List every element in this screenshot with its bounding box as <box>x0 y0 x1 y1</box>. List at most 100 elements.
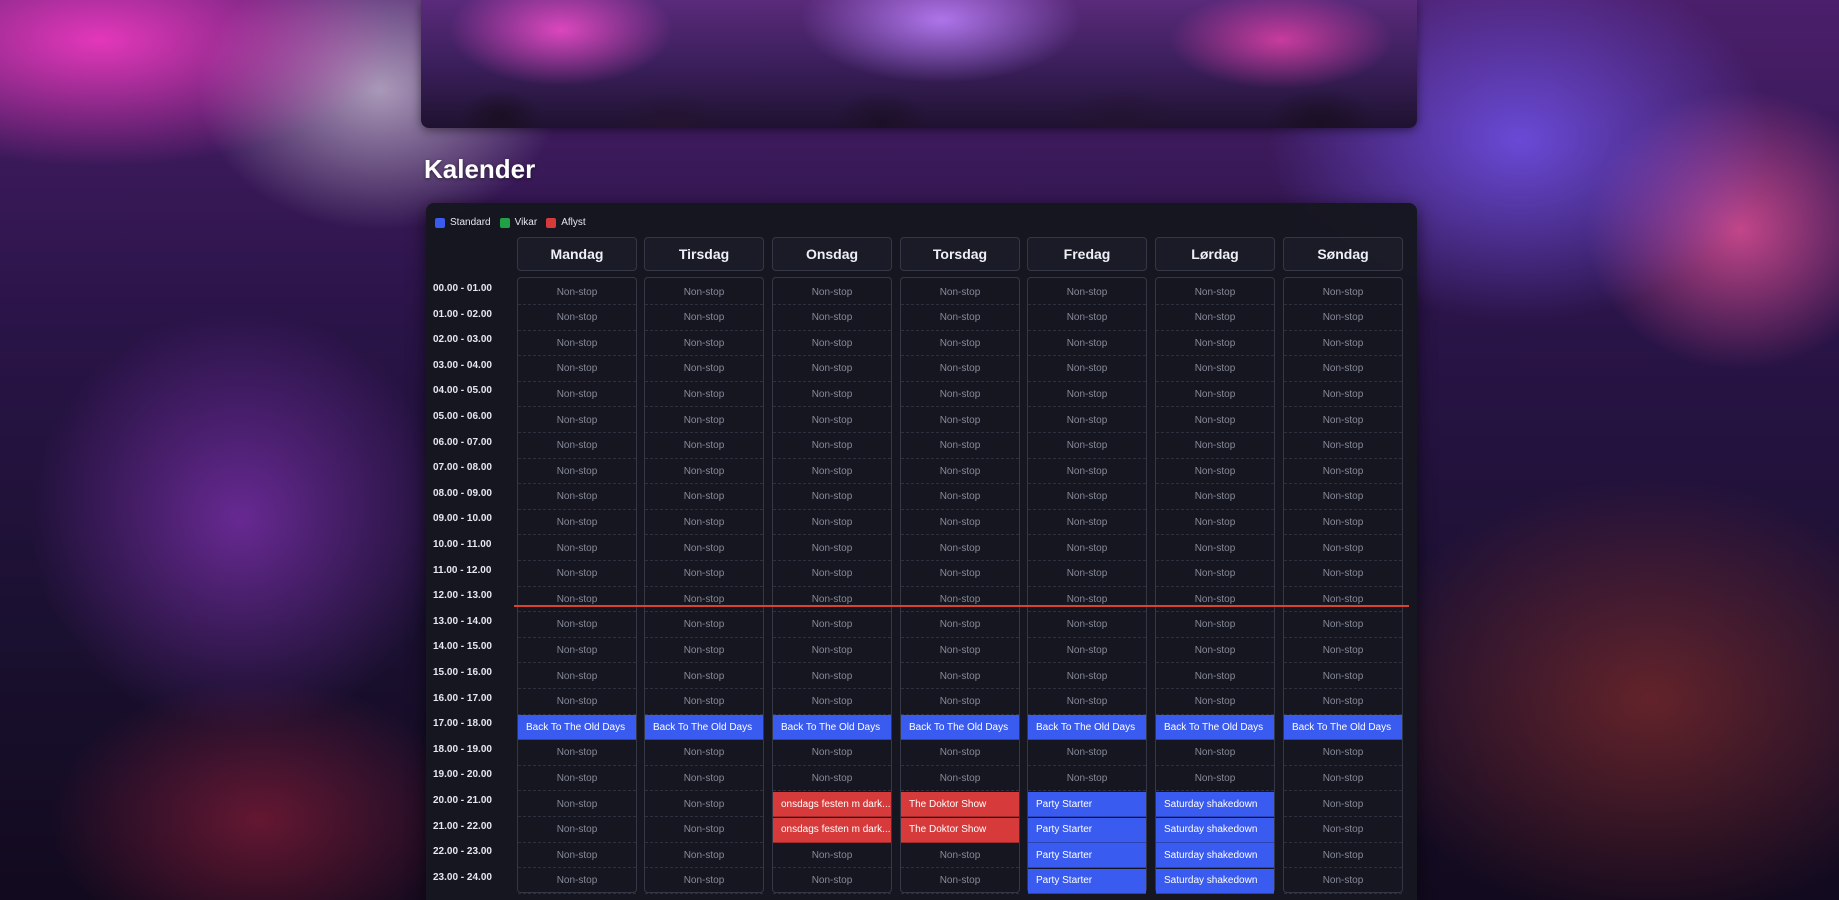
empty-slot: Non-stop <box>1028 510 1146 536</box>
empty-slot: Non-stop <box>645 638 763 664</box>
empty-slot: Non-stop <box>901 690 1019 715</box>
calendar-event[interactable]: Back To The Old Days <box>1156 715 1274 741</box>
empty-slot: Non-stop <box>1284 331 1402 357</box>
empty-slot: Non-stop <box>773 331 891 357</box>
empty-slot: Non-stop <box>1284 690 1402 715</box>
calendar-event[interactable]: Party Starter <box>1028 792 1146 817</box>
day-header-1: Tirsdag <box>644 237 764 271</box>
calendar-event[interactable]: The Doktor Show <box>901 792 1019 817</box>
empty-slot: Non-stop <box>1284 485 1402 510</box>
empty-slot: Non-stop <box>1028 562 1146 587</box>
empty-slot: Non-stop <box>1284 382 1402 408</box>
time-label: 11.00 - 12.00 <box>433 564 492 576</box>
calendar-event[interactable]: Back To The Old Days <box>773 715 891 741</box>
empty-slot: Non-stop <box>901 741 1019 766</box>
empty-slot: Non-stop <box>1284 280 1402 305</box>
empty-slot: Non-stop <box>518 562 636 587</box>
empty-slot: Non-stop <box>518 638 636 664</box>
empty-slot: Non-stop <box>645 510 763 536</box>
empty-slot: Non-stop <box>1028 434 1146 459</box>
calendar-event[interactable]: Saturday shakedown <box>1156 843 1274 869</box>
time-label: 13.00 - 14.00 <box>433 615 492 627</box>
time-label: 08.00 - 09.00 <box>433 487 492 499</box>
empty-slot: Non-stop <box>645 818 763 843</box>
calendar-event[interactable]: Party Starter <box>1028 817 1146 843</box>
empty-slot: Non-stop <box>773 434 891 459</box>
time-label: 18.00 - 19.00 <box>433 743 492 755</box>
day-header-6: Søndag <box>1283 237 1403 271</box>
day-column: Non-stop Non-stop Non-stop Non-stop Non-stop… <box>1283 277 1403 894</box>
empty-slot: Non-stop <box>773 869 891 894</box>
empty-slot: Non-stop <box>518 331 636 357</box>
empty-slot: Non-stop <box>901 382 1019 408</box>
empty-slot: Non-stop <box>1156 331 1274 357</box>
time-label: 20.00 - 21.00 <box>433 795 492 806</box>
time-label: 12.00 - 13.00 <box>433 590 492 602</box>
calendar-event[interactable]: Back To The Old Days <box>645 715 763 741</box>
empty-slot: Non-stop <box>518 382 636 408</box>
empty-slot: Non-stop <box>1028 382 1146 408</box>
time-label: 06.00 - 07.00 <box>433 436 492 448</box>
empty-slot: Non-stop <box>1156 536 1274 561</box>
empty-slot: Non-stop <box>518 818 636 843</box>
empty-slot: Non-stop <box>1156 562 1274 587</box>
empty-slot: Non-stop <box>901 434 1019 459</box>
empty-slot: Non-stop <box>773 536 891 561</box>
legend-label: Standard <box>450 217 491 228</box>
hero-crowd-silhouette <box>421 48 1417 128</box>
empty-slot: Non-stop <box>1156 510 1274 536</box>
calendar-event[interactable]: Back To The Old Days <box>1284 715 1402 741</box>
empty-slot: Non-stop <box>1028 485 1146 510</box>
empty-slot: Non-stop <box>901 331 1019 357</box>
empty-slot: Non-stop <box>1284 843 1402 869</box>
empty-slot: Non-stop <box>1156 664 1274 689</box>
empty-slot: Non-stop <box>773 741 891 766</box>
empty-slot: Non-stop <box>645 306 763 331</box>
empty-slot: Non-stop <box>1284 869 1402 894</box>
calendar-event[interactable]: Saturday shakedown <box>1156 868 1274 894</box>
empty-slot: Non-stop <box>901 562 1019 587</box>
calendar-event[interactable]: Back To The Old Days <box>901 715 1019 741</box>
time-label: 10.00 - 11.00 <box>433 539 492 550</box>
empty-slot: Non-stop <box>645 792 763 817</box>
day-column: Non-stop Non-stop Non-stop Non-stop Non-stop… <box>1155 277 1275 894</box>
empty-slot: Non-stop <box>1284 587 1402 613</box>
calendar-event[interactable]: onsdags festen m dark... <box>773 817 891 843</box>
calendar-event[interactable]: onsdags festen m dark... <box>773 792 891 817</box>
day-column: Non-stop Non-stop Non-stop Non-stop Non-stop… <box>772 277 892 894</box>
empty-slot: Non-stop <box>1156 459 1274 485</box>
calendar-event[interactable]: Saturday shakedown <box>1156 792 1274 817</box>
empty-slot: Non-stop <box>901 766 1019 792</box>
empty-slot: Non-stop <box>645 613 763 638</box>
empty-slot: Non-stop <box>518 434 636 459</box>
empty-slot: Non-stop <box>901 843 1019 869</box>
time-label: 23.00 - 24.00 <box>433 871 492 883</box>
calendar-event[interactable]: Party Starter <box>1028 843 1146 869</box>
day-column: Non-stop Non-stop Non-stop Non-stop Non-stop… <box>900 277 1020 894</box>
day-header-5: Lørdag <box>1155 237 1275 271</box>
legend-swatch <box>546 217 557 228</box>
empty-slot: Non-stop <box>901 613 1019 638</box>
empty-slot: Non-stop <box>773 690 891 715</box>
empty-slot: Non-stop <box>518 510 636 536</box>
empty-slot: Non-stop <box>1028 664 1146 689</box>
empty-slot: Non-stop <box>645 485 763 510</box>
calendar-event[interactable]: Back To The Old Days <box>1028 715 1146 741</box>
empty-slot: Non-stop <box>518 408 636 433</box>
day-column: Non-stop Non-stop Non-stop Non-stop Non-stop… <box>644 277 764 894</box>
empty-slot: Non-stop <box>518 741 636 766</box>
calendar-event[interactable]: Saturday shakedown <box>1156 817 1274 843</box>
empty-slot: Non-stop <box>773 613 891 638</box>
calendar-event[interactable]: Back To The Old Days <box>518 715 636 741</box>
empty-slot: Non-stop <box>1284 664 1402 689</box>
empty-slot: Non-stop <box>1028 306 1146 331</box>
day-header-4: Fredag <box>1027 237 1147 271</box>
empty-slot: Non-stop <box>773 485 891 510</box>
legend-label: Vikar <box>514 217 538 228</box>
empty-slot: Non-stop <box>1156 485 1274 510</box>
calendar-event[interactable]: The Doktor Show <box>901 817 1019 843</box>
empty-slot: Non-stop <box>518 536 636 561</box>
empty-slot: Non-stop <box>518 869 636 894</box>
empty-slot: Non-stop <box>645 408 763 433</box>
calendar-event[interactable]: Party Starter <box>1028 868 1146 894</box>
